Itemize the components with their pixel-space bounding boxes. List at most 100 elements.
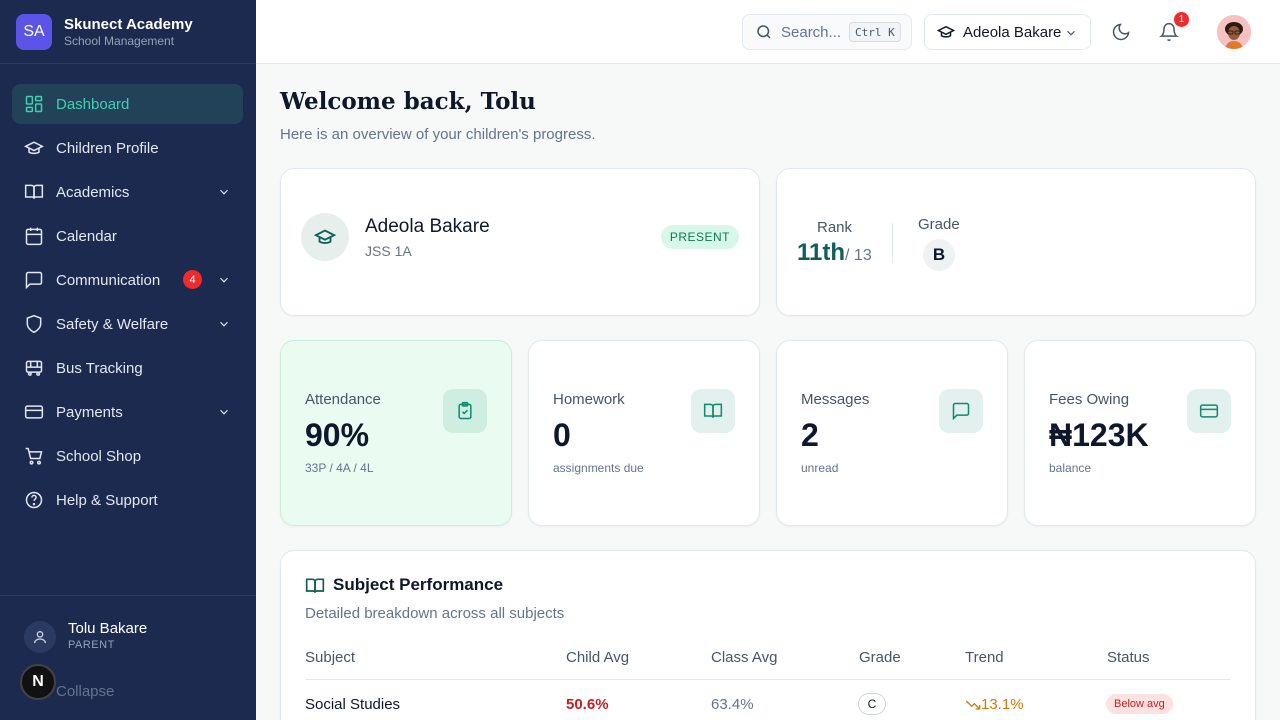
page-title: Welcome back, Tolu <box>280 88 536 115</box>
column-header-grade[interactable]: Grade <box>859 649 901 666</box>
stat-card-homework[interactable]: Homework 0 assignments due <box>528 340 760 526</box>
child-card[interactable]: Adeola Bakare JSS 1A PRESENT <box>280 168 760 316</box>
sidebar-item-communication[interactable]: Communication 4 <box>12 260 243 300</box>
message-square-icon <box>24 270 44 290</box>
stat-card-messages[interactable]: Messages 2 unread <box>776 340 1008 526</box>
grade-label: Grade <box>918 216 960 233</box>
trend-value: 13.1% <box>981 696 1024 713</box>
book-open-icon <box>24 182 44 202</box>
sidebar-item-help-support[interactable]: Help & Support <box>12 480 243 520</box>
collapse-button[interactable]: Collapse <box>56 683 114 700</box>
sidebar-item-label: Dashboard <box>56 95 130 113</box>
rank-number: 11th <box>797 239 846 266</box>
search-icon <box>757 25 771 39</box>
sidebar-item-label: Calendar <box>56 227 117 245</box>
stat-subtext: balance <box>1049 461 1092 475</box>
cell-grade-badge: C <box>858 693 886 715</box>
stat-title: Homework <box>553 391 625 408</box>
credit-card-icon <box>1187 389 1231 433</box>
chevron-down-icon <box>220 321 228 327</box>
child-class: JSS 1A <box>365 243 412 259</box>
rank-label: Rank <box>817 219 853 236</box>
sidebar: SA Skunect Academy School Management Das… <box>0 0 256 720</box>
column-header-trend[interactable]: Trend <box>965 649 1004 666</box>
sidebar-item-bus-tracking[interactable]: Bus Tracking <box>12 348 243 388</box>
stat-card-attendance[interactable]: Attendance 90% 33P / 4A / 4L <box>280 340 512 526</box>
theme-toggle-button[interactable] <box>1107 18 1135 46</box>
sidebar-item-safety-welfare[interactable]: Safety & Welfare <box>12 304 243 344</box>
search-box[interactable]: Search... Ctrl K <box>742 14 912 50</box>
sidebar-item-dashboard[interactable]: Dashboard <box>12 84 243 124</box>
cell-class-avg: 63.4% <box>711 696 754 713</box>
column-header-subject[interactable]: Subject <box>305 649 355 666</box>
trending-down-icon <box>965 700 981 710</box>
moon-icon <box>1112 23 1130 41</box>
rank-value: 11th/ 13 <box>797 239 872 267</box>
sidebar-item-label: Bus Tracking <box>56 359 143 377</box>
notification-count-badge: 1 <box>1174 12 1189 27</box>
sidebar-item-label: Children Profile <box>56 139 159 157</box>
rank-total: / 13 <box>845 247 872 264</box>
sidebar-item-academics[interactable]: Academics <box>12 172 243 212</box>
floating-n-badge[interactable]: N <box>20 664 56 700</box>
subject-performance-card: Subject Performance Detailed breakdown a… <box>280 550 1256 720</box>
chevron-down-icon <box>220 409 228 415</box>
search-shortcut: Ctrl K <box>849 22 901 42</box>
credit-card-icon <box>24 402 44 422</box>
user-icon <box>34 631 46 644</box>
communication-badge: 4 <box>183 270 202 289</box>
graduation-cap-icon <box>314 229 336 244</box>
book-open-icon <box>691 389 735 433</box>
selected-child-label: Adeola Bakare <box>963 23 1062 41</box>
child-name: Adeola Bakare <box>365 216 490 237</box>
message-square-icon <box>939 389 983 433</box>
brand[interactable]: SA Skunect Academy School Management <box>0 0 256 64</box>
child-avatar <box>301 213 349 261</box>
chevron-down-icon <box>220 189 228 195</box>
section-title: Subject Performance <box>333 575 504 594</box>
sidebar-item-children-profile[interactable]: Children Profile <box>12 128 243 168</box>
sidebar-item-label: Communication <box>56 271 161 289</box>
shield-icon <box>24 314 44 334</box>
book-open-icon <box>305 578 325 593</box>
sidebar-item-label: Payments <box>56 403 123 421</box>
rank-grade-card: Rank 11th/ 13 Grade B <box>776 168 1256 316</box>
cell-subject: Social Studies <box>305 696 401 713</box>
shopping-cart-icon <box>24 446 44 466</box>
grade-value: B <box>923 239 955 271</box>
child-selector[interactable]: Adeola Bakare <box>924 14 1091 50</box>
column-header-child-avg[interactable]: Child Avg <box>566 649 629 666</box>
table-header-divider <box>305 679 1231 680</box>
stat-title: Messages <box>801 391 870 408</box>
page-subtitle: Here is an overview of your children's p… <box>280 126 596 143</box>
stat-card-fees-owing[interactable]: Fees Owing ₦123K balance <box>1024 340 1256 526</box>
sidebar-item-payments[interactable]: Payments <box>12 392 243 432</box>
search-placeholder: Search... <box>781 23 842 41</box>
calendar-icon <box>24 226 44 246</box>
cell-status-badge: Below avg <box>1106 694 1173 714</box>
bus-icon <box>24 358 44 378</box>
sidebar-item-school-shop[interactable]: School Shop <box>12 436 243 476</box>
column-header-status[interactable]: Status <box>1107 649 1150 666</box>
stat-title: Fees Owing <box>1049 391 1130 408</box>
brand-name: Skunect Academy <box>64 15 193 33</box>
sidebar-item-label: Help & Support <box>56 491 158 509</box>
help-circle-icon <box>24 490 44 510</box>
column-header-class-avg[interactable]: Class Avg <box>711 649 777 666</box>
chevron-down-icon <box>1067 30 1075 36</box>
divider <box>892 223 893 263</box>
sidebar-item-calendar[interactable]: Calendar <box>12 216 243 256</box>
top-bar: Search... Ctrl K Adeola Bakare 1 <box>256 0 1280 64</box>
sidebar-item-label: Safety & Welfare <box>56 315 169 333</box>
profile-avatar[interactable] <box>1217 15 1251 49</box>
cell-child-avg: 50.6% <box>566 696 609 713</box>
user-avatar[interactable] <box>24 621 56 653</box>
brand-subtitle: School Management <box>64 33 175 48</box>
sidebar-item-label: School Shop <box>56 447 142 465</box>
graduation-cap-icon <box>24 138 44 158</box>
stat-value: 2 <box>801 417 819 453</box>
stat-value: 90% <box>305 417 370 453</box>
chevron-down-icon <box>220 277 228 283</box>
sidebar-item-label: Academics <box>56 183 130 201</box>
section-subtitle: Detailed breakdown across all subjects <box>305 605 565 622</box>
